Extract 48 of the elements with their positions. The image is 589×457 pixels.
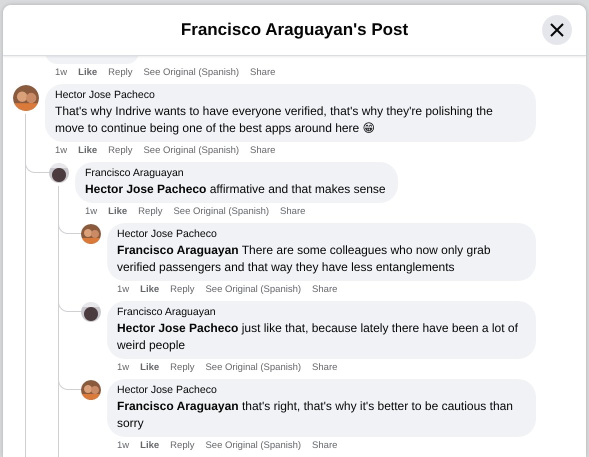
- comment-text: That's why Indrive wants to have everyone verified, that's why they're polishing the move to continue being one of the best apps around here 😁: [55, 103, 494, 137]
- like-link[interactable]: Like: [78, 145, 98, 157]
- share-link[interactable]: Share: [280, 206, 306, 218]
- like-link[interactable]: Like: [140, 362, 160, 374]
- like-link[interactable]: Like: [108, 206, 128, 218]
- reply-link[interactable]: Reply: [170, 284, 194, 296]
- like-link[interactable]: Like: [140, 284, 160, 296]
- reply-link[interactable]: Reply: [138, 206, 162, 218]
- comment-author[interactable]: Francisco Araguayan: [117, 305, 524, 320]
- comment-text: Hector Jose Pacheco just like that, because lately there have been a lot of weird people: [117, 320, 519, 354]
- comment-time[interactable]: 1w: [117, 284, 130, 296]
- see-original-link[interactable]: See Original (Spanish): [143, 67, 240, 79]
- see-original-link[interactable]: See Original (Spanish): [173, 206, 270, 218]
- comment-author[interactable]: Francisco Araguayan: [85, 166, 386, 181]
- dialog-title: Francisco Araguayan's Post: [180, 20, 408, 40]
- comment-time[interactable]: 1w: [117, 362, 130, 374]
- share-link[interactable]: Share: [250, 67, 276, 79]
- see-original-link[interactable]: See Original (Spanish): [205, 440, 302, 452]
- comment-author[interactable]: Hector Jose Pacheco: [117, 383, 524, 398]
- comment-time[interactable]: 1w: [85, 206, 98, 218]
- avatar[interactable]: [81, 224, 101, 244]
- reply-link[interactable]: Reply: [108, 67, 132, 79]
- reply-link[interactable]: Reply: [170, 440, 194, 452]
- see-original-link[interactable]: See Original (Spanish): [205, 362, 302, 374]
- share-link[interactable]: Share: [250, 145, 276, 157]
- close-button[interactable]: [542, 15, 572, 45]
- reply-link[interactable]: Reply: [108, 145, 132, 157]
- comment-text: Hector Jose Pacheco affirmative and that makes sense: [85, 181, 386, 198]
- like-link[interactable]: Like: [140, 440, 160, 452]
- see-original-link[interactable]: See Original (Spanish): [143, 145, 240, 157]
- share-link[interactable]: Share: [312, 362, 338, 374]
- comment-author[interactable]: Hector Jose Pacheco: [117, 227, 524, 242]
- avatar[interactable]: [13, 85, 39, 111]
- avatar[interactable]: [81, 380, 101, 400]
- reply-link[interactable]: Reply: [170, 362, 194, 374]
- avatar[interactable]: [81, 302, 101, 322]
- avatar[interactable]: [49, 163, 69, 183]
- like-link[interactable]: Like: [78, 67, 98, 79]
- close-icon: [550, 23, 564, 37]
- comment-time[interactable]: 1w: [55, 145, 68, 157]
- see-original-link[interactable]: See Original (Spanish): [205, 284, 302, 296]
- comment-text: Francisco Araguayan There are some colleagues who now only grab verified passengers and that way they have less entanglements: [117, 242, 492, 276]
- share-link[interactable]: Share: [312, 284, 338, 296]
- comment-time[interactable]: 1w: [55, 67, 68, 79]
- share-link[interactable]: Share: [312, 440, 338, 452]
- comment-author[interactable]: Hector Jose Pacheco: [55, 88, 524, 103]
- comment-time[interactable]: 1w: [117, 440, 130, 452]
- comment-text: Francisco Araguayan that's right, that's why it's better to be cautious than sorry: [117, 398, 514, 432]
